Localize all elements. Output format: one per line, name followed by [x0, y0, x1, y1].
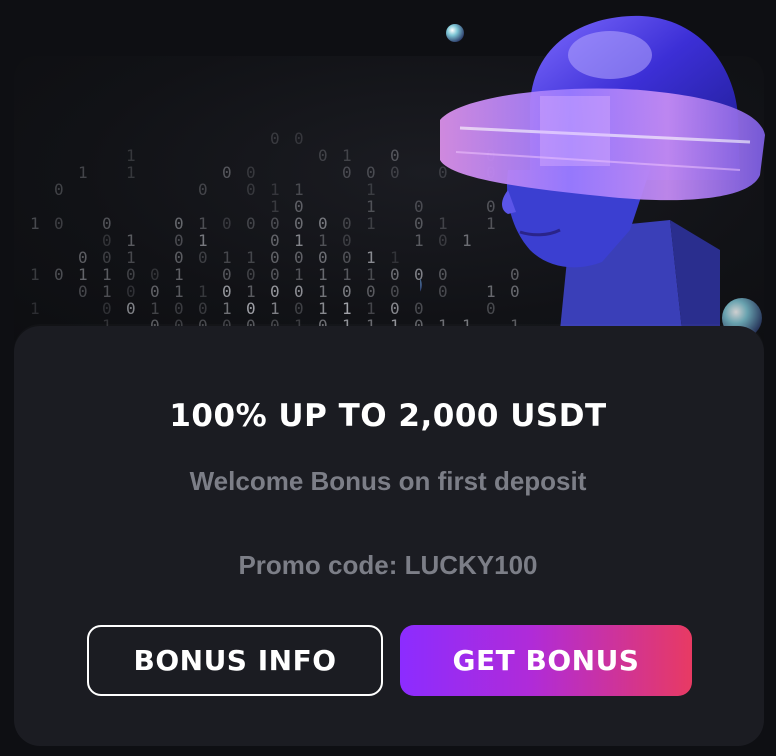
svg-text:1: 1 [126, 163, 136, 182]
svg-text:1: 1 [366, 214, 376, 233]
promo-title: 100% UP TO 2,000 USDT [169, 398, 607, 434]
promo-subtitle: Welcome Bonus on first deposit [189, 466, 587, 496]
promo-code-text: Promo code: LUCKY100 [238, 550, 538, 580]
bonus-info-button[interactable]: BONUS INFO [87, 625, 383, 696]
svg-text:1: 1 [30, 265, 40, 284]
svg-text:0: 0 [222, 214, 232, 233]
svg-text:0: 0 [246, 180, 256, 199]
svg-text:0: 0 [390, 163, 400, 182]
svg-text:0: 0 [294, 129, 304, 148]
svg-text:0: 0 [342, 163, 352, 182]
get-bonus-label: GET BONUS [452, 644, 640, 677]
svg-text:1: 1 [78, 163, 88, 182]
svg-text:0: 0 [198, 248, 208, 267]
svg-text:0: 0 [318, 146, 328, 165]
hero-banner: 0010100110000000000111101000100010000001… [0, 0, 776, 340]
get-bonus-button[interactable]: GET BONUS [400, 625, 692, 696]
svg-text:1: 1 [30, 214, 40, 233]
cyber-head-illustration [420, 15, 765, 338]
svg-text:0: 0 [270, 129, 280, 148]
svg-text:0: 0 [198, 180, 208, 199]
svg-text:0: 0 [54, 214, 64, 233]
svg-text:0: 0 [126, 299, 136, 318]
bubble-icon [446, 24, 464, 42]
bonus-info-label: BONUS INFO [133, 644, 337, 677]
svg-text:0: 0 [78, 282, 88, 301]
svg-text:0: 0 [54, 265, 64, 284]
svg-text:0: 0 [54, 180, 64, 199]
svg-text:0: 0 [222, 163, 232, 182]
svg-text:0: 0 [246, 214, 256, 233]
svg-text:1: 1 [30, 299, 40, 318]
